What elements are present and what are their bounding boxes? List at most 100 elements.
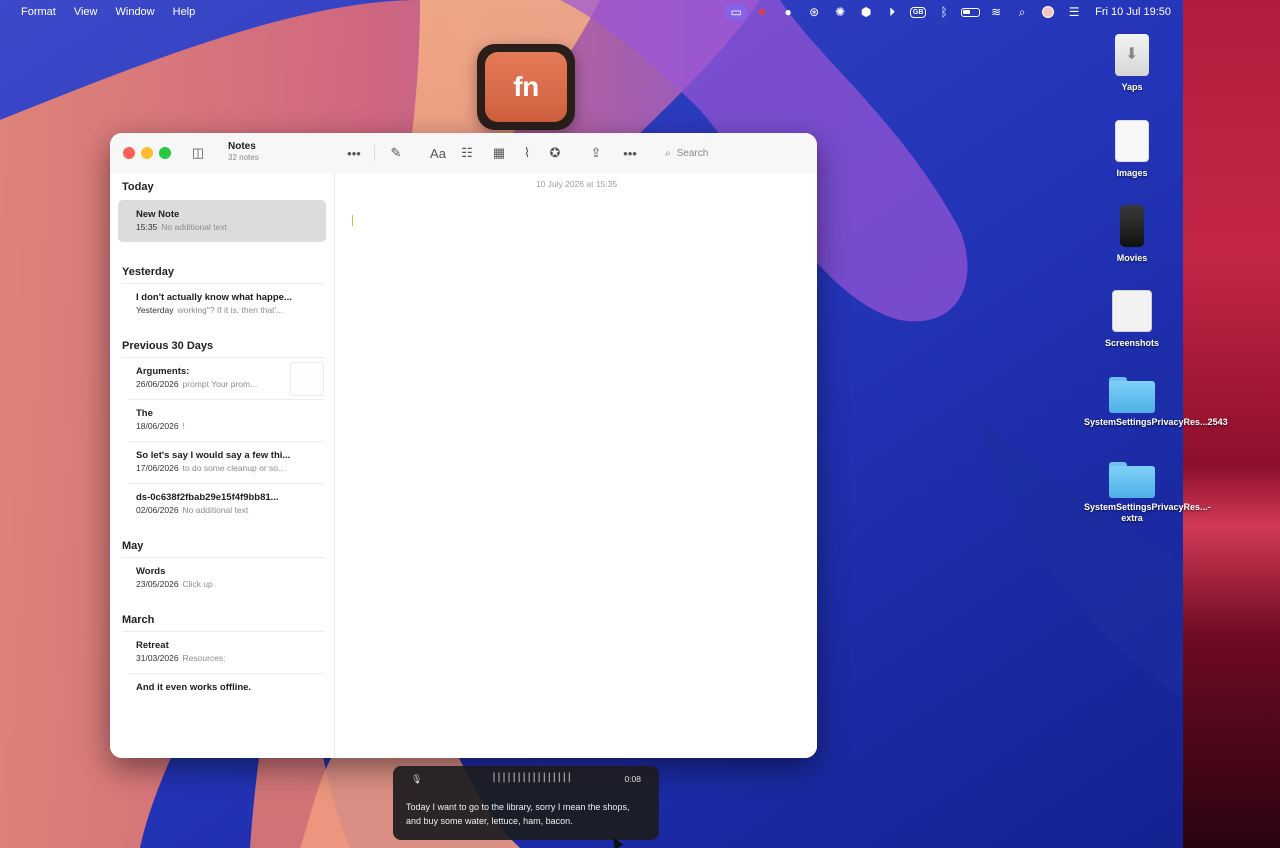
- chat-icon[interactable]: ●: [775, 0, 801, 24]
- note-editor[interactable]: 10 July 2026 at 15:35: [336, 173, 817, 758]
- zoom-window-button[interactable]: [159, 147, 171, 159]
- section-heading-yesterday: Yesterday: [122, 266, 174, 278]
- note-meta: 15:35 No additional text: [136, 222, 227, 232]
- input-source-icon[interactable]: GB: [905, 0, 931, 24]
- desktop-item-images[interactable]: Images: [1084, 120, 1180, 179]
- note-meta: 18/06/2026!: [136, 421, 185, 431]
- desktop-item-label: Movies: [1116, 253, 1148, 263]
- fn-key-label: fn: [485, 52, 567, 122]
- dictation-elapsed-time: 0:08: [624, 774, 641, 784]
- audio-waveform: ||||||||||||||||: [491, 772, 572, 783]
- note-list-item[interactable]: So let's say I would say a few thi... 17…: [128, 442, 324, 484]
- bluetooth-icon[interactable]: ᛒ: [931, 0, 957, 24]
- folder-icon: [1109, 462, 1155, 498]
- note-list-item[interactable]: I don't actually know what happe... Yest…: [128, 284, 324, 326]
- note-title: ds-0c638f2fbab29e15f4f9bb81...: [136, 492, 279, 503]
- note-list-item[interactable]: New Note 15:35 No additional text: [118, 200, 326, 242]
- desktop-item-movies[interactable]: Movies: [1084, 205, 1180, 264]
- menu-format[interactable]: Format: [0, 0, 65, 24]
- note-meta: Yesterday working"? If it is, then that'.…: [136, 305, 284, 315]
- menu-help[interactable]: Help: [164, 0, 205, 24]
- battery-icon[interactable]: [957, 0, 983, 24]
- section-heading-today: Today: [122, 181, 154, 193]
- desktop-item-label: SystemSettingsPrivacyRes...2543: [1084, 417, 1228, 427]
- note-list-item[interactable]: Arguments: 26/06/2026 prompt Your prom...: [128, 358, 324, 400]
- note-thumbnail: [290, 362, 324, 396]
- note-meta: 02/06/2026 No additional text: [136, 505, 249, 515]
- section-heading-may: May: [122, 540, 144, 552]
- format-text-icon[interactable]: Aa: [427, 143, 449, 163]
- desktop-item-yaps[interactable]: ⬇ Yaps: [1084, 34, 1180, 93]
- note-count: 32 notes: [228, 153, 259, 162]
- share-icon[interactable]: ⇪: [585, 143, 607, 163]
- desktop-item-screenshots[interactable]: Screenshots: [1084, 290, 1180, 349]
- control-center-icon[interactable]: ☰: [1061, 0, 1087, 24]
- note-meta: 17/06/2026 to do some cleanup or so...: [136, 463, 286, 473]
- markup-icon[interactable]: ✪: [544, 143, 566, 163]
- attachment-icon[interactable]: ⌇: [516, 143, 538, 163]
- play-circle-icon[interactable]: ⏵: [879, 0, 905, 24]
- user-avatar-icon[interactable]: [1035, 0, 1061, 24]
- section-heading-previous-30-days: Previous 30 Days: [122, 340, 214, 352]
- window-title-block: Notes 32 notes: [228, 141, 259, 162]
- phone-file-icon: [1120, 205, 1144, 247]
- dictation-transcript: Today I want to go to the library, sorry…: [406, 802, 630, 826]
- note-title: And it even works offline.: [136, 682, 252, 693]
- note-list-item[interactable]: And it even works offline.: [128, 674, 324, 716]
- note-list-item[interactable]: ds-0c638f2fbab29e15f4f9bb81... 02/06/202…: [128, 484, 324, 526]
- desktop-item-folder-privacy[interactable]: SystemSettingsPrivacyRes...2543: [1084, 377, 1228, 428]
- menu-window[interactable]: Window: [107, 0, 164, 24]
- desktop-item-folder-privacy-extra[interactable]: SystemSettingsPrivacyRes...-extra: [1084, 462, 1211, 524]
- minimize-window-button[interactable]: [141, 147, 153, 159]
- search-input[interactable]: [676, 147, 787, 159]
- brightness-icon[interactable]: ✺: [827, 0, 853, 24]
- more-list-options-icon[interactable]: •••: [343, 143, 365, 163]
- spotlight-search-icon[interactable]: ⌕: [1009, 0, 1035, 24]
- notes-toolbar: ◫ Notes 32 notes ••• ✎ Aa ☷ ▦ ⌇ ✪ ⇪ ••• …: [110, 133, 817, 173]
- download-file-icon: ⬇: [1115, 34, 1149, 76]
- toolbar-divider: [374, 145, 375, 161]
- sidebar-toggle-icon[interactable]: ◫: [187, 143, 209, 163]
- note-title: Words: [136, 566, 166, 577]
- desktop-item-label: Screenshots: [1104, 338, 1160, 348]
- folder-icon: [1109, 377, 1155, 413]
- wifi-icon[interactable]: ≋: [983, 0, 1009, 24]
- note-list-item[interactable]: The 18/06/2026!: [128, 400, 324, 442]
- desktop-item-label: Images: [1116, 168, 1148, 178]
- cube-icon[interactable]: ⬢: [853, 0, 879, 24]
- note-meta: 31/03/2026 Resources:: [136, 653, 226, 663]
- screenshot-stack-icon: [1112, 290, 1152, 332]
- settings-wheel-icon[interactable]: ⊛: [801, 0, 827, 24]
- compose-note-icon[interactable]: ✎: [385, 143, 407, 163]
- note-timestamp: 10 July 2026 at 15:35: [535, 179, 618, 189]
- dictation-status-icon[interactable]: ▭: [725, 4, 748, 20]
- text-cursor: [352, 215, 353, 226]
- search-field[interactable]: ⌕: [657, 141, 807, 165]
- note-title: I don't actually know what happe...: [136, 292, 292, 303]
- desktop-item-label: Yaps: [1121, 82, 1143, 92]
- window-title: Notes: [228, 141, 256, 152]
- note-title: New Note: [136, 209, 180, 220]
- checklist-icon[interactable]: ☷: [456, 143, 478, 163]
- notes-list-sidebar: Today New Note 15:35 No additional text Y…: [110, 173, 335, 758]
- microphone-icon: 🎙: [411, 774, 423, 784]
- table-icon[interactable]: ▦: [488, 143, 510, 163]
- menu-bar: Format View Window Help ▭ ● ⊛ ✺ ⬢ ⏵ GB ᛒ…: [0, 0, 1183, 24]
- menu-clock[interactable]: Fri 10 Jul 19:50: [1095, 6, 1171, 18]
- note-title: Arguments:: [136, 366, 190, 377]
- fn-key-overlay: fn: [477, 44, 575, 130]
- note-meta: 26/06/2026 prompt Your prom...: [136, 379, 258, 389]
- search-icon: ⌕: [665, 147, 671, 159]
- note-meta: 23/05/2026 Click up: [136, 579, 213, 589]
- note-list-item[interactable]: Words 23/05/2026 Click up: [128, 558, 324, 600]
- note-list-item[interactable]: Retreat 31/03/2026 Resources:: [128, 632, 324, 674]
- note-title: Retreat: [136, 640, 169, 651]
- recording-indicator-icon[interactable]: [749, 0, 775, 24]
- more-options-icon[interactable]: •••: [619, 143, 641, 163]
- note-title: The: [136, 408, 153, 419]
- close-window-button[interactable]: [123, 147, 135, 159]
- desktop-item-label: SystemSettingsPrivacyRes...-extra: [1084, 502, 1211, 523]
- note-title: So let's say I would say a few thi...: [136, 450, 291, 461]
- document-icon: [1115, 120, 1149, 162]
- menu-view[interactable]: View: [65, 0, 107, 24]
